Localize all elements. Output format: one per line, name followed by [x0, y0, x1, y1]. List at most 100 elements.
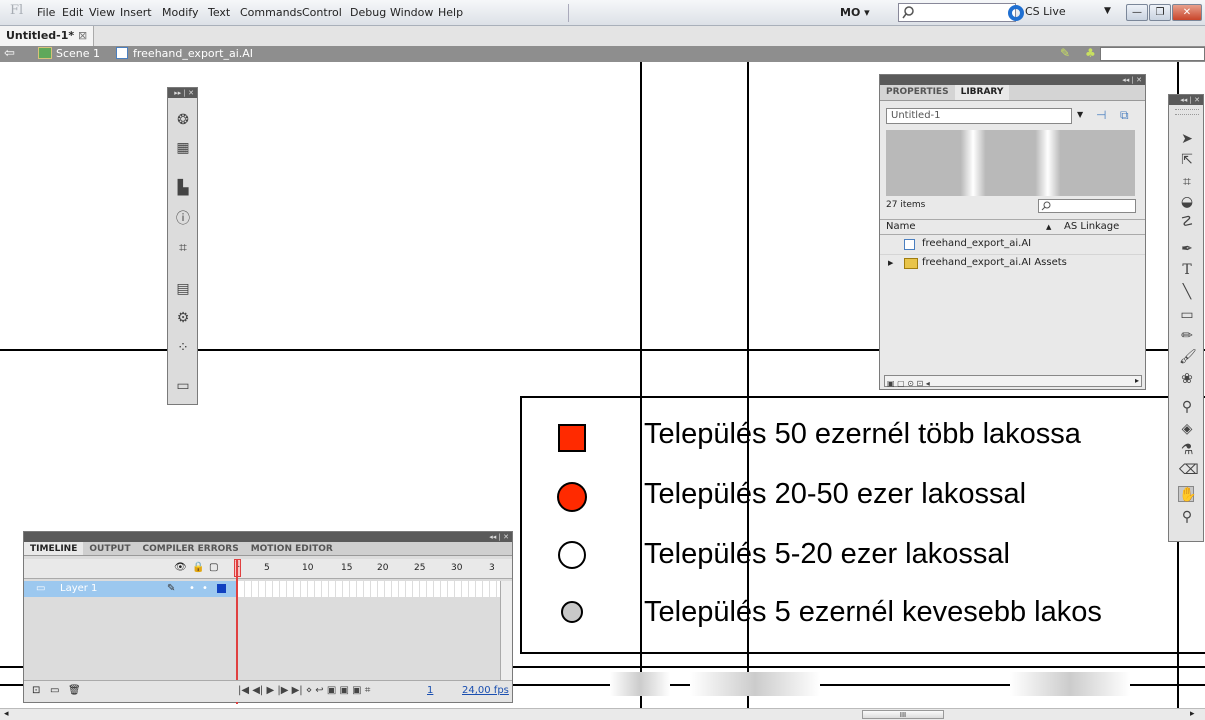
panel-titlebar[interactable]: ▸▸ | ✕: [168, 88, 197, 98]
library-document-select[interactable]: Untitled-1: [886, 108, 1072, 124]
panel-titlebar[interactable]: ◂◂ | ✕: [880, 75, 1145, 85]
layer-name[interactable]: Layer 1: [60, 581, 97, 597]
zoom-select[interactable]: 800%: [1100, 47, 1205, 61]
symbol-icon: [116, 47, 128, 59]
brush-tool-icon[interactable]: 🖌: [1179, 349, 1197, 365]
library-search-input[interactable]: [1038, 199, 1136, 213]
close-button[interactable]: ✕: [1172, 4, 1202, 21]
sort-ascending-icon[interactable]: ▲: [1046, 220, 1051, 234]
current-frame[interactable]: 1: [427, 685, 433, 696]
line-tool-icon[interactable]: ╲: [1179, 284, 1195, 300]
3d-rotation-tool-icon[interactable]: ◒: [1179, 194, 1195, 210]
paint-bucket-tool-icon[interactable]: ◈: [1179, 421, 1195, 437]
lock-icon[interactable]: 🔒: [192, 562, 204, 573]
tab-properties[interactable]: PROPERTIES: [880, 85, 955, 100]
components-icon[interactable]: ▤: [175, 281, 191, 297]
menu-window[interactable]: Window: [390, 6, 433, 19]
timeline-vscroll[interactable]: [500, 581, 512, 681]
free-transform-tool-icon[interactable]: ⌗: [1179, 174, 1195, 190]
zoom-tool-icon[interactable]: ⚲: [1179, 509, 1195, 525]
library-footer-icons[interactable]: ▣ ▢ ⊙ ⊡ ◂: [885, 379, 930, 388]
chevron-down-icon[interactable]: ▼: [1077, 110, 1083, 119]
panel-titlebar[interactable]: ◂◂ | ✕: [24, 532, 512, 542]
scroll-right-icon[interactable]: ▸: [1135, 376, 1139, 385]
menu-text[interactable]: Text: [208, 6, 230, 19]
text-tool-icon[interactable]: T: [1179, 262, 1195, 278]
scroll-left-icon[interactable]: ◂: [4, 709, 9, 719]
edit-symbol-icon[interactable]: ♣: [1085, 46, 1096, 60]
layer-color-swatch[interactable]: [217, 584, 226, 593]
panel-titlebar[interactable]: ◂◂ | ✕: [1169, 95, 1203, 105]
swatches-icon[interactable]: ▦: [175, 140, 191, 156]
frame-rate[interactable]: 24,00 fps: [462, 685, 509, 696]
tab-library[interactable]: LIBRARY: [954, 85, 1010, 100]
help-search-input[interactable]: [898, 3, 1016, 22]
scene-panel-icon[interactable]: ▭: [175, 378, 191, 394]
pen-tool-icon[interactable]: ✒: [1179, 241, 1195, 257]
menu-edit[interactable]: Edit: [62, 6, 83, 19]
tab-close-icon[interactable]: ⊠: [78, 29, 87, 42]
frame-strip[interactable]: [238, 581, 500, 597]
scroll-right-icon[interactable]: ▸: [1190, 709, 1195, 719]
motion-presets-icon[interactable]: ⁘: [175, 340, 191, 356]
deco-tool-icon[interactable]: ❀: [1179, 371, 1195, 387]
pin-icon[interactable]: ⊣: [1096, 108, 1106, 122]
tab-output[interactable]: OUTPUT: [83, 542, 136, 555]
cs-live-button[interactable]: CS Live: [1025, 5, 1066, 18]
menu-view[interactable]: View: [89, 6, 115, 19]
minimize-button[interactable]: —: [1126, 4, 1148, 21]
column-linkage[interactable]: AS Linkage: [1064, 220, 1119, 234]
trash-icon[interactable]: 🗑: [68, 685, 81, 696]
outline-icon[interactable]: ▢: [209, 562, 218, 573]
stage-hscrollbar[interactable]: ◂ III ▸: [0, 708, 1205, 720]
symbol-link[interactable]: freehand_export_ai.AI: [133, 47, 253, 60]
menu-modify[interactable]: Modify: [162, 6, 198, 19]
menu-insert[interactable]: Insert: [120, 6, 152, 19]
pencil-tool-icon[interactable]: ✏: [1179, 328, 1195, 344]
rectangle-tool-icon[interactable]: ▭: [1179, 307, 1195, 323]
new-library-panel-icon[interactable]: ⧉: [1120, 108, 1129, 123]
menu-file[interactable]: File: [37, 6, 55, 19]
menu-commands[interactable]: Commands: [240, 6, 302, 19]
menu-help[interactable]: Help: [438, 6, 463, 19]
document-tab[interactable]: Untitled-1* ⊠: [0, 26, 95, 46]
transform-icon[interactable]: ⌗: [175, 240, 191, 256]
library-scrollbar[interactable]: ▣ ▢ ⊙ ⊡ ◂ ▸: [884, 375, 1142, 388]
menu-debug[interactable]: Debug: [350, 6, 386, 19]
legend-box[interactable]: Település 50 ezernél több lakossa Telepü…: [520, 396, 1205, 654]
tab-motion-editor[interactable]: MOTION EDITOR: [245, 542, 339, 555]
back-arrow-icon[interactable]: ⇦: [4, 46, 15, 61]
tab-timeline[interactable]: TIMELINE: [24, 542, 84, 555]
eyedropper-tool-icon[interactable]: ⚗: [1179, 442, 1195, 458]
align-icon[interactable]: ▙: [175, 180, 191, 196]
layer-row[interactable]: ▭ Layer 1 ✎ • •: [24, 581, 236, 597]
expand-arrow-icon[interactable]: ▶: [888, 255, 893, 271]
menu-control[interactable]: Control: [302, 6, 342, 19]
library-item[interactable]: ▶ freehand_export_ai.AI Assets: [880, 254, 1145, 271]
cs-live-dropdown-icon[interactable]: ▼: [1104, 6, 1111, 16]
bone-tool-icon[interactable]: ⚲: [1179, 399, 1195, 415]
new-folder-icon[interactable]: ▭: [50, 685, 59, 696]
visibility-eye-icon[interactable]: 👁: [174, 562, 187, 573]
scroll-thumb[interactable]: III: [862, 710, 944, 719]
info-icon[interactable]: ⓘ: [175, 211, 191, 227]
new-layer-icon[interactable]: ⊡: [32, 685, 40, 696]
subselection-tool-icon[interactable]: ⇱: [1179, 152, 1195, 168]
playback-controls[interactable]: |◀ ◀| ▶ |▶ ▶| ⋄ ↩ ▣ ▣ ▣ ⌗: [238, 685, 370, 696]
layer-visible-dot[interactable]: •: [189, 581, 195, 597]
color-icon[interactable]: ❂: [175, 112, 191, 128]
library-item[interactable]: freehand_export_ai.AI: [880, 236, 1145, 253]
tab-compiler-errors[interactable]: COMPILER ERRORS: [137, 542, 245, 555]
hand-tool-icon[interactable]: ✋: [1178, 486, 1196, 503]
eraser-tool-icon[interactable]: ⌫: [1179, 462, 1199, 478]
maximize-button[interactable]: ❐: [1149, 4, 1171, 21]
layer-lock-dot[interactable]: •: [202, 581, 208, 597]
scene-link[interactable]: Scene 1: [56, 47, 100, 60]
panel-gripper[interactable]: [1175, 109, 1199, 115]
lasso-tool-icon[interactable]: ☡: [1179, 214, 1195, 230]
selection-tool-icon[interactable]: ➤: [1179, 131, 1195, 147]
edit-scene-icon[interactable]: ✎: [1060, 46, 1070, 60]
workspace-switcher[interactable]: MO ▾: [840, 6, 870, 19]
component-inspector-icon[interactable]: ⚙: [175, 310, 191, 326]
column-name[interactable]: Name: [886, 220, 916, 234]
